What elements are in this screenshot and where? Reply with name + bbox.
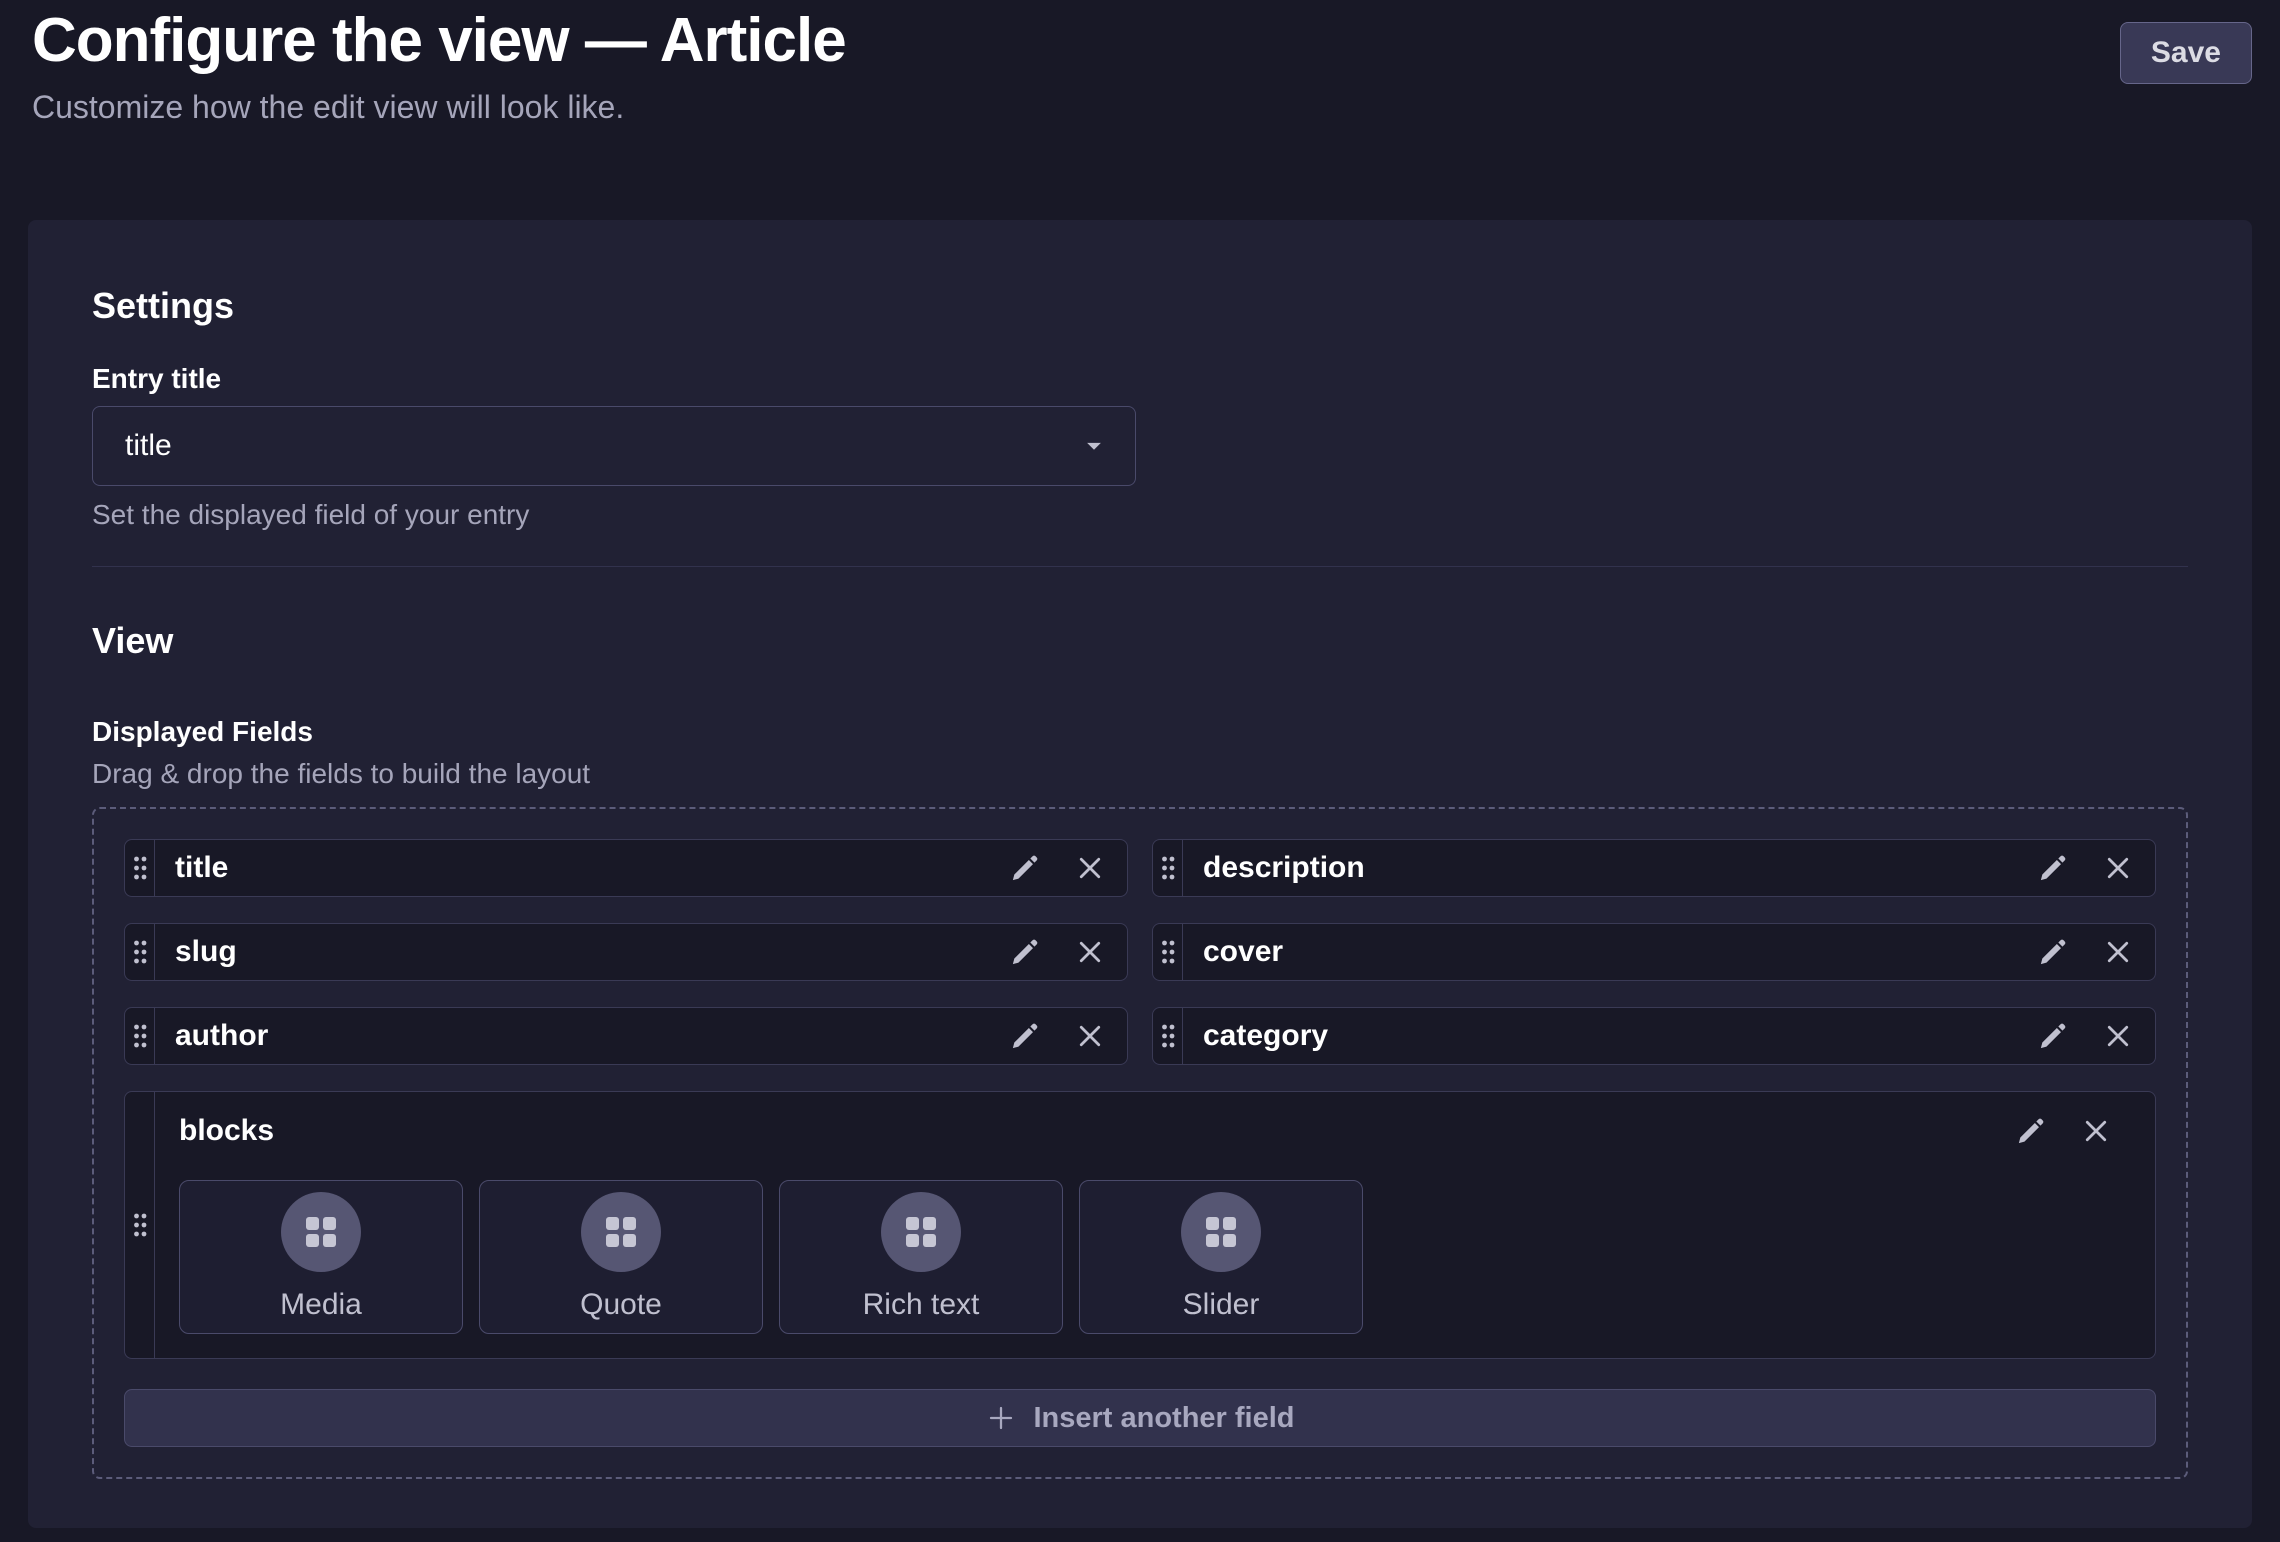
remove-field-button[interactable] (2081, 1116, 2111, 1146)
field-name: category (1183, 1008, 2037, 1064)
field-row[interactable]: author (124, 1007, 1128, 1065)
close-icon (2103, 937, 2133, 967)
entry-title-label: Entry title (92, 362, 2188, 396)
edit-field-button[interactable] (1009, 852, 1041, 884)
close-icon (1075, 1021, 1105, 1051)
drag-handle[interactable] (125, 1092, 155, 1358)
close-icon (2103, 853, 2133, 883)
pencil-icon (2015, 1115, 2047, 1147)
entry-title-select[interactable]: title (92, 406, 1136, 486)
pencil-icon (1009, 936, 1041, 968)
edit-field-button[interactable] (2037, 1020, 2069, 1052)
insert-field-button[interactable]: Insert another field (124, 1389, 2156, 1447)
six-dot-drag-handle-icon (1160, 939, 1176, 965)
close-icon (2103, 1021, 2133, 1051)
pencil-icon (1009, 1020, 1041, 1052)
component-label: Rich text (863, 1288, 980, 1322)
pencil-icon (2037, 852, 2069, 884)
page-subtitle: Customize how the edit view will look li… (32, 89, 2252, 126)
edit-field-button[interactable] (2015, 1115, 2047, 1147)
section-divider (92, 566, 2188, 567)
displayed-fields-title: Displayed Fields (92, 715, 2188, 749)
grid-2x2-icon (906, 1217, 936, 1247)
entry-title-select-value: title (125, 429, 172, 463)
component-icon-circle (581, 1192, 661, 1272)
component-card[interactable]: Quote (479, 1180, 763, 1334)
component-card[interactable]: Rich text (779, 1180, 1063, 1334)
field-row[interactable]: description (1152, 839, 2156, 897)
six-dot-drag-handle-icon (132, 1212, 148, 1238)
edit-field-button[interactable] (2037, 936, 2069, 968)
grid-2x2-icon (1206, 1217, 1236, 1247)
plus-icon (985, 1402, 1017, 1434)
component-cards: Media Quote Rich text (179, 1180, 2133, 1334)
edit-field-button[interactable] (1009, 936, 1041, 968)
field-name: title (155, 840, 1009, 896)
grid-2x2-icon (306, 1217, 336, 1247)
field-name: blocks (179, 1114, 274, 1148)
page-title: Configure the view — Article (32, 6, 2252, 75)
field-row[interactable]: category (1152, 1007, 2156, 1065)
close-icon (1075, 853, 1105, 883)
pencil-icon (2037, 936, 2069, 968)
edit-field-button[interactable] (1009, 1020, 1041, 1052)
insert-field-label: Insert another field (1033, 1402, 1294, 1435)
save-button[interactable]: Save (2120, 22, 2252, 84)
remove-field-button[interactable] (2103, 937, 2133, 967)
drag-handle[interactable] (1153, 924, 1183, 980)
configure-view-panel: Settings Entry title title Set the displ… (28, 220, 2252, 1528)
component-card[interactable]: Slider (1079, 1180, 1363, 1334)
close-icon (2081, 1116, 2111, 1146)
field-name: slug (155, 924, 1009, 980)
six-dot-drag-handle-icon (132, 939, 148, 965)
field-row[interactable]: cover (1152, 923, 2156, 981)
edit-field-button[interactable] (2037, 852, 2069, 884)
pencil-icon (1009, 852, 1041, 884)
component-content: blocks Media (155, 1092, 2155, 1358)
field-row[interactable]: title (124, 839, 1128, 897)
fields-dropzone: title description (92, 807, 2188, 1479)
drag-handle[interactable] (125, 840, 155, 896)
view-heading: View (92, 619, 2188, 663)
field-name: cover (1183, 924, 2037, 980)
field-name: author (155, 1008, 1009, 1064)
component-label: Quote (580, 1288, 662, 1322)
remove-field-button[interactable] (2103, 853, 2133, 883)
six-dot-drag-handle-icon (1160, 855, 1176, 881)
component-actions (2015, 1115, 2133, 1147)
six-dot-drag-handle-icon (1160, 1023, 1176, 1049)
component-label: Media (280, 1288, 362, 1322)
component-header: blocks (179, 1108, 2133, 1154)
remove-field-button[interactable] (1075, 853, 1105, 883)
field-name: description (1183, 840, 2037, 896)
drag-handle[interactable] (125, 924, 155, 980)
field-row[interactable]: slug (124, 923, 1128, 981)
component-icon-circle (881, 1192, 961, 1272)
displayed-fields-hint: Drag & drop the fields to build the layo… (92, 757, 2188, 791)
drag-handle[interactable] (1153, 1008, 1183, 1064)
component-card[interactable]: Media (179, 1180, 463, 1334)
remove-field-button[interactable] (2103, 1021, 2133, 1051)
drag-handle[interactable] (125, 1008, 155, 1064)
entry-title-hint: Set the displayed field of your entry (92, 498, 2188, 532)
component-label: Slider (1183, 1288, 1260, 1322)
six-dot-drag-handle-icon (132, 855, 148, 881)
component-field-row[interactable]: blocks Media (124, 1091, 2156, 1359)
page-header: Configure the view — Article Customize h… (32, 6, 2252, 126)
grid-2x2-icon (606, 1217, 636, 1247)
settings-heading: Settings (92, 284, 2188, 328)
fields-grid: title description (124, 839, 2156, 1065)
component-icon-circle (281, 1192, 361, 1272)
remove-field-button[interactable] (1075, 937, 1105, 967)
pencil-icon (2037, 1020, 2069, 1052)
drag-handle[interactable] (1153, 840, 1183, 896)
component-icon-circle (1181, 1192, 1261, 1272)
close-icon (1075, 937, 1105, 967)
chevron-down-icon (1079, 431, 1109, 461)
six-dot-drag-handle-icon (132, 1023, 148, 1049)
remove-field-button[interactable] (1075, 1021, 1105, 1051)
